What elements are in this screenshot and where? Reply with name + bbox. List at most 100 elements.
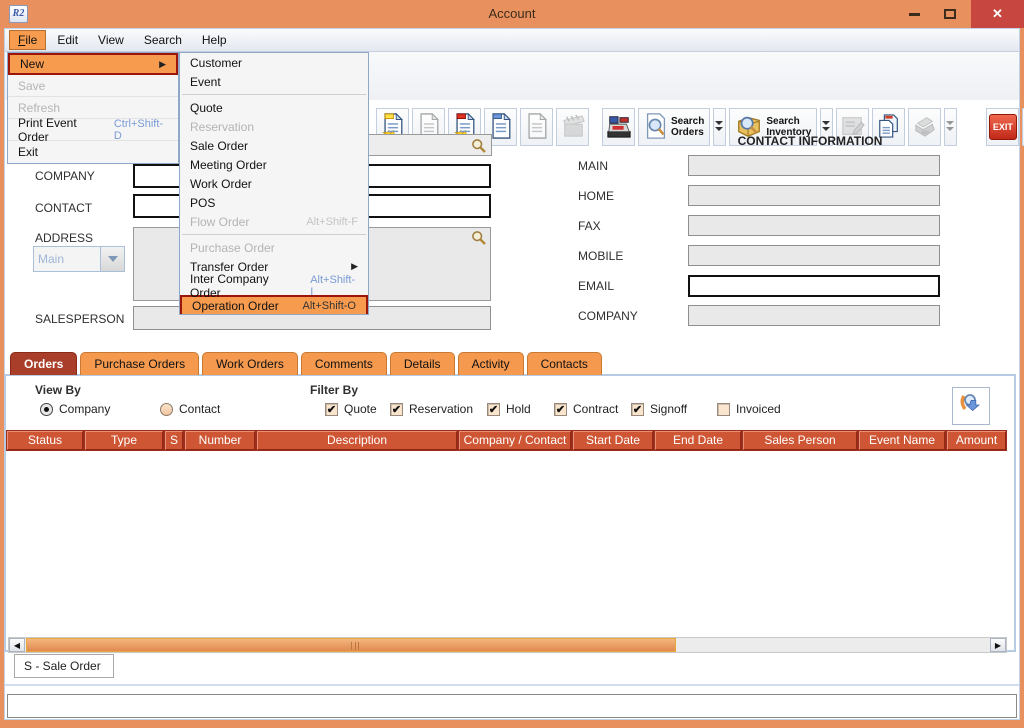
menu-help[interactable]: Help xyxy=(193,30,236,50)
search-icon[interactable] xyxy=(471,138,487,157)
window-title: Account xyxy=(0,6,1024,21)
checkbox-hold[interactable]: Hold xyxy=(487,402,531,416)
run-search-button[interactable] xyxy=(952,387,990,425)
email-input[interactable] xyxy=(688,275,940,297)
company-input xyxy=(688,305,940,326)
checkbox-label: Reservation xyxy=(409,402,473,416)
status-bar xyxy=(7,694,1017,718)
checkbox-icon xyxy=(717,403,730,416)
pos-register-button[interactable] xyxy=(602,108,635,146)
menu-item-label: Meeting Order xyxy=(190,158,267,172)
column-header-number[interactable]: Number xyxy=(185,431,255,450)
radio-label: Contact xyxy=(179,402,220,416)
checkbox-reservation[interactable]: Reservation xyxy=(390,402,473,416)
home-label: HOME xyxy=(578,189,614,203)
address-label: ADDRESS xyxy=(35,231,93,245)
close-icon: ✕ xyxy=(992,6,1003,22)
tab-comments[interactable]: Comments xyxy=(301,352,387,375)
menu-item-event[interactable]: Event xyxy=(180,72,368,91)
menu-item-purchase-order[interactable]: Purchase Order xyxy=(180,238,368,257)
column-header-event-name[interactable]: Event Name xyxy=(859,431,945,450)
title-bar: R2 Account ✕ xyxy=(0,0,1024,28)
column-header-start-date[interactable]: Start Date xyxy=(573,431,653,450)
menu-search[interactable]: Search xyxy=(135,30,191,50)
legend-sale-order: S - Sale Order xyxy=(14,654,114,678)
radio-contact[interactable]: Contact xyxy=(160,402,220,416)
main-input xyxy=(688,155,940,176)
doc-plain-icon xyxy=(526,113,547,142)
event-clapper-button[interactable] xyxy=(556,108,589,146)
tab-purchase-orders[interactable]: Purchase Orders xyxy=(80,352,199,375)
address-search-icon[interactable] xyxy=(471,230,487,249)
address-type-combo[interactable]: Main xyxy=(33,246,125,272)
checkbox-icon xyxy=(325,403,338,416)
menu-item-meeting-order[interactable]: Meeting Order xyxy=(180,155,368,174)
close-button[interactable]: ✕ xyxy=(971,0,1024,28)
menu-item-label: POS xyxy=(190,196,215,210)
checkbox-invoiced[interactable]: Invoiced xyxy=(717,402,781,416)
scroll-right-button[interactable]: ▶ xyxy=(990,638,1006,652)
menu-item-label: Work Order xyxy=(190,177,252,191)
menu-item-reservation[interactable]: Reservation xyxy=(180,117,368,136)
menu-item-customer[interactable]: Customer xyxy=(180,53,368,72)
column-header-description[interactable]: Description xyxy=(257,431,457,450)
menu-item-work-order[interactable]: Work Order xyxy=(180,174,368,193)
menu-item-exit[interactable]: Exit xyxy=(8,141,178,163)
exit-button[interactable]: EXIT xyxy=(986,108,1019,146)
column-header-type[interactable]: Type xyxy=(85,431,163,450)
menu-item-new[interactable]: New▶ xyxy=(8,53,178,75)
tab-contacts[interactable]: Contacts xyxy=(527,352,602,375)
column-header-s[interactable]: S xyxy=(165,431,183,450)
column-header-amount[interactable]: Amount xyxy=(947,431,1006,450)
register-icon xyxy=(605,113,633,142)
horizontal-scrollbar[interactable]: ◀ ▶ xyxy=(8,637,1007,653)
scrollbar-grip-icon xyxy=(351,642,359,650)
menu-item-label: Reservation xyxy=(190,120,254,134)
maximize-icon xyxy=(944,9,956,19)
menu-item-quote[interactable]: Quote xyxy=(180,98,368,117)
tab-activity[interactable]: Activity xyxy=(458,352,524,375)
maximize-button[interactable] xyxy=(934,0,966,28)
menu-shortcut: Alt+Shift-O xyxy=(295,300,357,312)
minimize-icon xyxy=(909,13,920,16)
menu-item-label: Purchase Order xyxy=(190,241,275,255)
address-type-value: Main xyxy=(33,246,101,272)
menu-item-print-event-order[interactable]: Print Event OrderCtrl+Shift-D xyxy=(8,119,178,141)
mobile-input xyxy=(688,245,940,266)
checkbox-signoff[interactable]: Signoff xyxy=(631,402,687,416)
menu-item-label: Print Event Order xyxy=(18,116,106,144)
chevron-down-icon xyxy=(108,256,118,262)
fax-label: FAX xyxy=(578,219,601,233)
dbl-arrow-icon xyxy=(715,119,724,136)
tab-details[interactable]: Details xyxy=(390,352,455,375)
menu-item-sale-order[interactable]: Sale Order xyxy=(180,136,368,155)
column-header-company-contact[interactable]: Company / Contact xyxy=(459,431,571,450)
checkbox-quote[interactable]: Quote xyxy=(325,402,377,416)
menu-file[interactable]: File xyxy=(9,30,46,50)
column-header-end-date[interactable]: End Date xyxy=(655,431,741,450)
scroll-left-button[interactable]: ◀ xyxy=(9,638,25,652)
home-input xyxy=(688,185,940,206)
contact-information-title: CONTACT INFORMATION xyxy=(660,134,960,148)
tab-orders[interactable]: Orders xyxy=(10,352,77,375)
menu-item-inter-company-order[interactable]: Inter Company OrderAlt+Shift-I xyxy=(180,276,368,295)
menu-view[interactable]: View xyxy=(89,30,133,50)
email-label: EMAIL xyxy=(578,279,614,293)
column-header-status[interactable]: Status xyxy=(7,431,83,450)
tab-work-orders[interactable]: Work Orders xyxy=(202,352,298,375)
menu-item-operation-order[interactable]: Operation OrderAlt+Shift-O xyxy=(180,295,368,314)
menu-item-label: New xyxy=(20,57,44,71)
document-disabled-2-button[interactable] xyxy=(520,108,553,146)
menu-item-flow-order[interactable]: Flow OrderAlt+Shift-F xyxy=(180,212,368,231)
menu-edit[interactable]: Edit xyxy=(48,30,87,50)
checkbox-icon xyxy=(554,403,567,416)
submenu-arrow-icon: ▶ xyxy=(351,261,358,272)
radio-company[interactable]: Company xyxy=(40,402,110,416)
menu-item-save[interactable]: Save xyxy=(8,75,178,97)
checkbox-contract[interactable]: Contract xyxy=(554,402,618,416)
scrollbar-thumb[interactable] xyxy=(26,638,676,652)
menu-item-pos[interactable]: POS xyxy=(180,193,368,212)
address-type-dropdown-button[interactable] xyxy=(101,246,125,272)
minimize-button[interactable] xyxy=(898,0,930,28)
column-header-sales-person[interactable]: Sales Person xyxy=(743,431,857,450)
